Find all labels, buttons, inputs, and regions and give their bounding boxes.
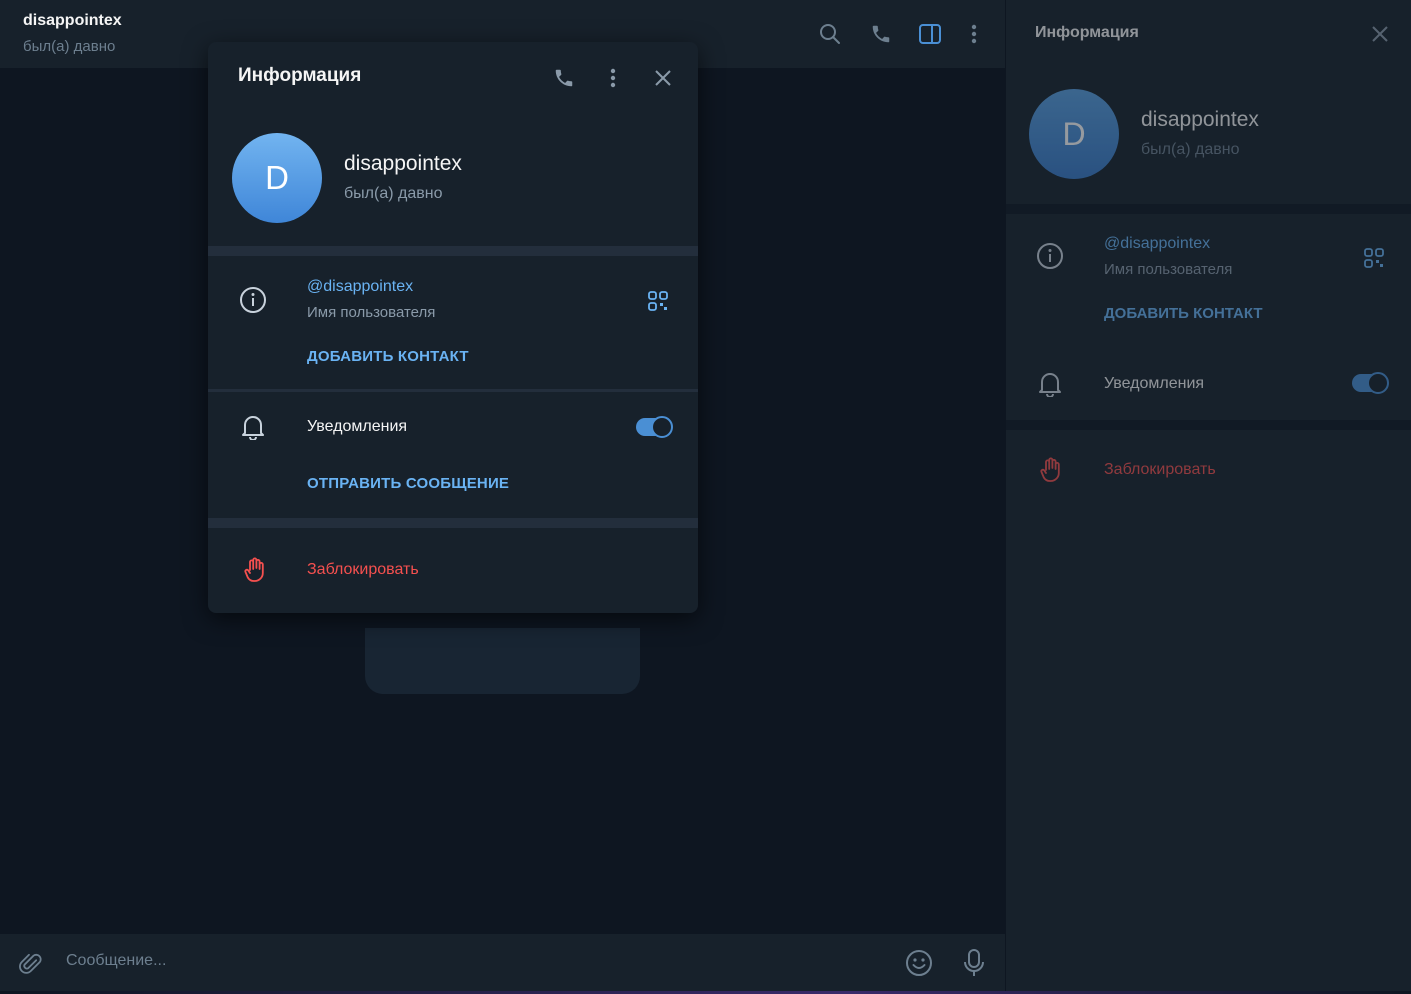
divider xyxy=(1006,420,1411,430)
info-icon xyxy=(238,285,268,315)
search-icon[interactable] xyxy=(818,22,842,46)
contact-status: был(а) давно xyxy=(344,185,443,202)
bell-icon xyxy=(1037,370,1063,398)
notifications-label: Уведомления xyxy=(307,418,408,435)
message-composer: Сообщение... xyxy=(0,934,1005,994)
toggle-knob xyxy=(651,416,673,438)
block-user-button[interactable]: Заблокировать xyxy=(1104,461,1216,479)
add-contact-button[interactable]: ДОБАВИТЬ КОНТАКТ xyxy=(1104,305,1263,322)
sidebar-toggle-icon[interactable] xyxy=(918,22,942,46)
avatar[interactable]: D xyxy=(1029,89,1119,179)
contact-status: был(а) давно xyxy=(1141,141,1240,158)
divider xyxy=(1006,204,1411,214)
more-vertical-icon[interactable] xyxy=(606,65,620,91)
block-user-button[interactable]: Заблокировать xyxy=(307,561,419,579)
close-icon[interactable] xyxy=(1370,24,1390,44)
chat-status: был(а) давно xyxy=(23,38,116,55)
block-hand-icon xyxy=(1038,456,1064,484)
qr-code-icon[interactable] xyxy=(647,290,669,312)
microphone-icon[interactable] xyxy=(960,947,988,979)
avatar[interactable]: D xyxy=(232,133,322,223)
contact-name: disappointex xyxy=(344,152,462,175)
emoji-icon[interactable] xyxy=(904,948,934,978)
info-sidebar: Информация D disappointex был(а) давно @… xyxy=(1005,0,1411,994)
info-icon xyxy=(1035,241,1065,271)
send-message-button[interactable]: ОТПРАВИТЬ СООБЩЕНИЕ xyxy=(307,475,509,492)
message-input[interactable]: Сообщение... xyxy=(66,952,166,970)
dialog-title: Информация xyxy=(238,65,362,86)
username-link[interactable]: @disappointex xyxy=(307,278,413,296)
telegram-window: disappointex был(а) давно Сообщение... И… xyxy=(0,0,1411,994)
divider xyxy=(208,518,698,528)
toggle-knob xyxy=(1367,372,1389,394)
service-message-bubble xyxy=(365,628,640,694)
attach-icon[interactable] xyxy=(18,950,46,978)
notifications-toggle[interactable] xyxy=(1352,372,1389,394)
qr-code-icon[interactable] xyxy=(1363,247,1385,269)
notifications-toggle[interactable] xyxy=(636,416,673,438)
contact-name: disappointex xyxy=(1141,108,1259,131)
notifications-label: Уведомления xyxy=(1104,375,1205,392)
username-caption: Имя пользователя xyxy=(307,304,436,321)
divider xyxy=(208,389,698,392)
bell-icon xyxy=(240,413,266,441)
more-vertical-icon[interactable] xyxy=(962,22,986,46)
add-contact-button[interactable]: ДОБАВИТЬ КОНТАКТ xyxy=(307,348,469,365)
sidebar-title: Информация xyxy=(1035,24,1139,41)
user-info-dialog: Информация D disappointex был(а) давно @… xyxy=(208,42,698,613)
phone-icon[interactable] xyxy=(869,22,893,46)
divider xyxy=(208,246,698,256)
chat-title[interactable]: disappointex xyxy=(23,12,122,30)
username-caption: Имя пользователя xyxy=(1104,261,1233,278)
close-icon[interactable] xyxy=(652,67,674,89)
username-link[interactable]: @disappointex xyxy=(1104,235,1210,253)
block-hand-icon xyxy=(242,556,268,584)
phone-icon[interactable] xyxy=(551,65,577,91)
